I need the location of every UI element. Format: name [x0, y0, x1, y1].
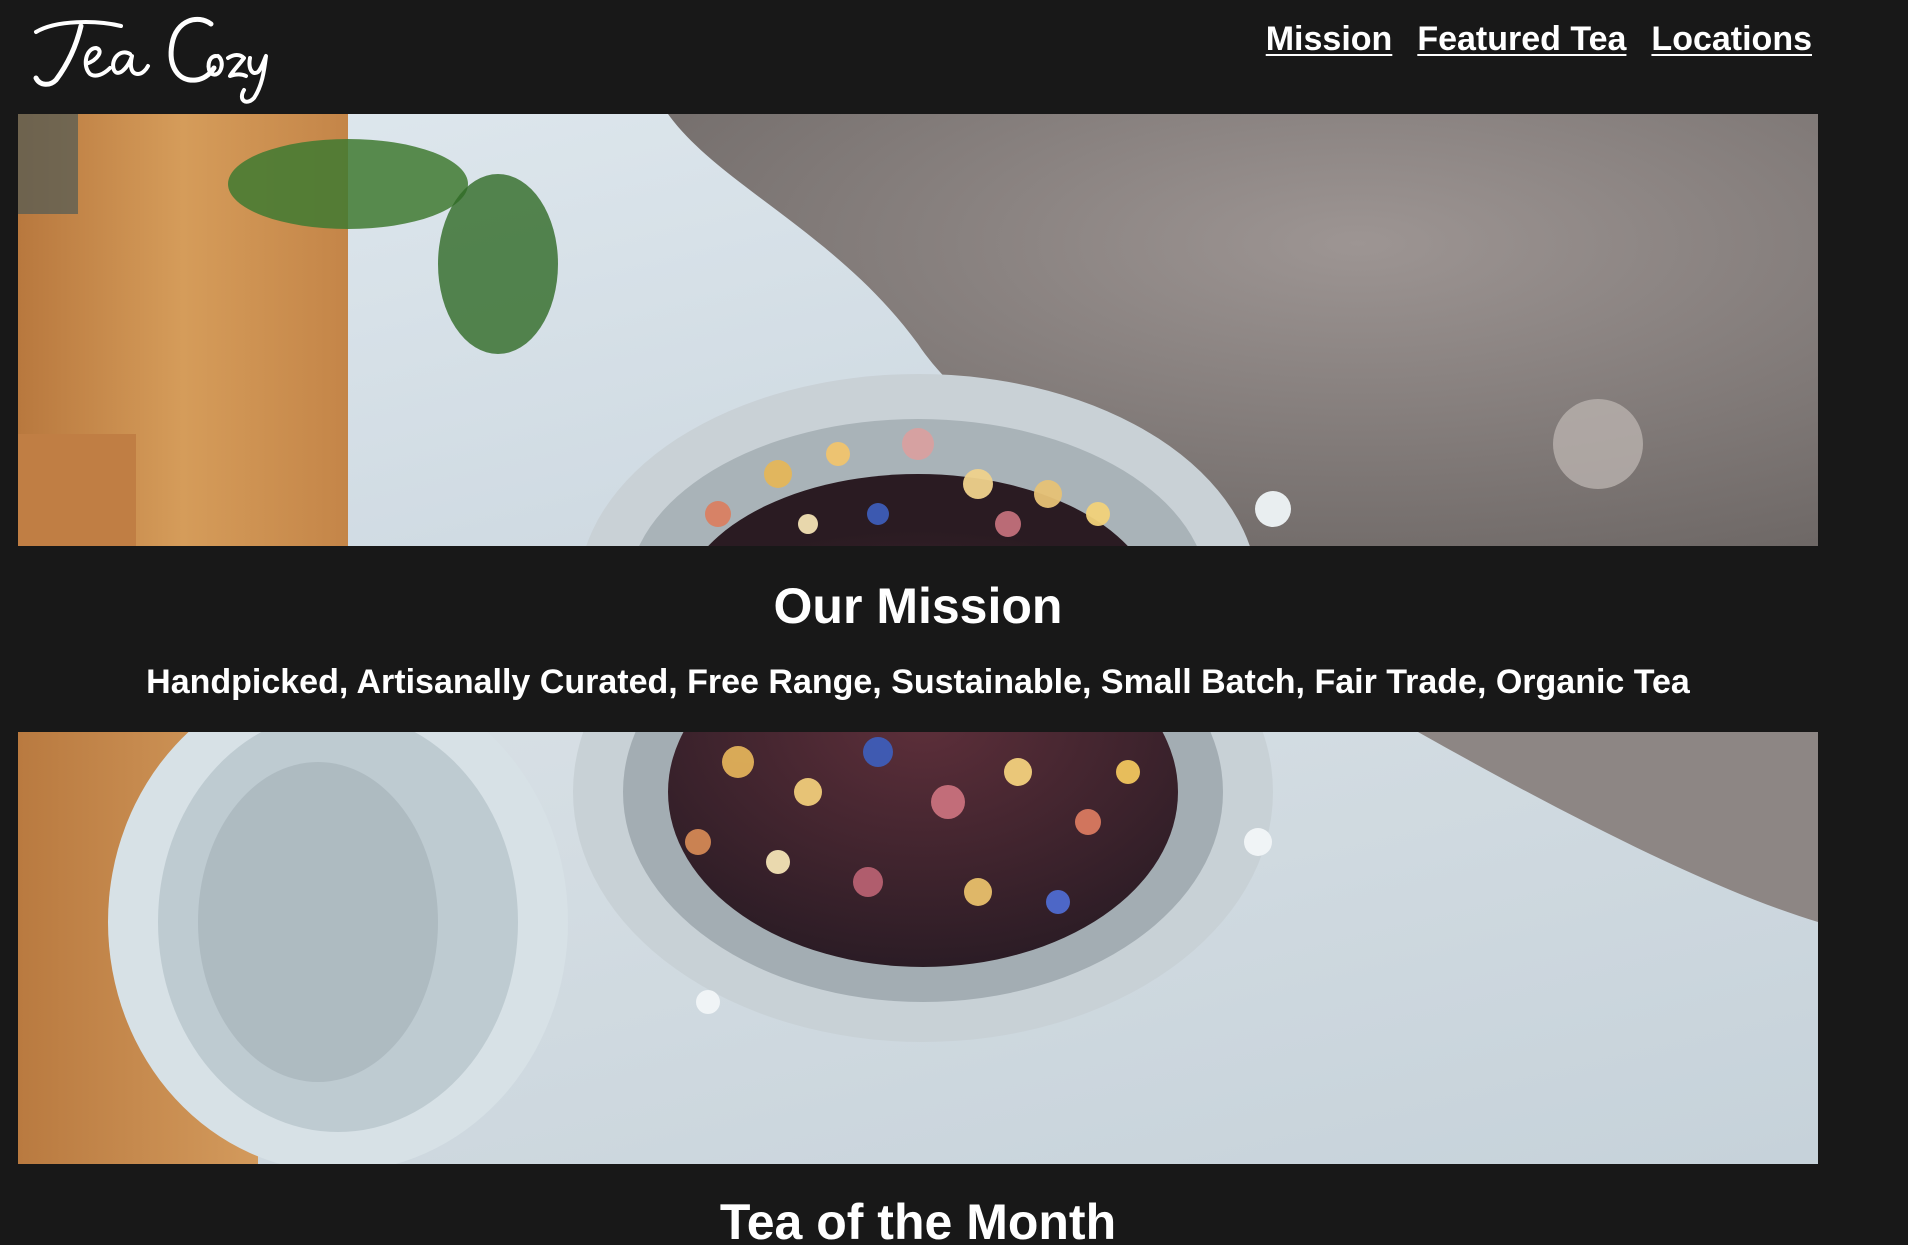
site-header: Mission Featured Tea Locations [0, 0, 1908, 114]
tea-of-month-title: Tea of the Month [719, 1194, 1117, 1245]
main-nav: Mission Featured Tea Locations [1266, 20, 1812, 59]
nav-link-featured-tea[interactable]: Featured Tea [1417, 20, 1626, 59]
tea-jar-photo-bottom [18, 732, 1818, 1164]
mission-title: Our Mission [773, 578, 1063, 634]
hero-image [18, 114, 1818, 546]
tea-image [18, 732, 1818, 1164]
logo[interactable] [26, 2, 276, 112]
nav-link-locations[interactable]: Locations [1651, 20, 1812, 59]
tea-jar-photo [18, 114, 1818, 546]
nav-link-mission[interactable]: Mission [1266, 20, 1393, 59]
page: Mission Featured Tea Locations Our Missi… [0, 0, 1908, 1245]
mission-text: Handpicked, Artisanally Curated, Free Ra… [146, 663, 1690, 701]
